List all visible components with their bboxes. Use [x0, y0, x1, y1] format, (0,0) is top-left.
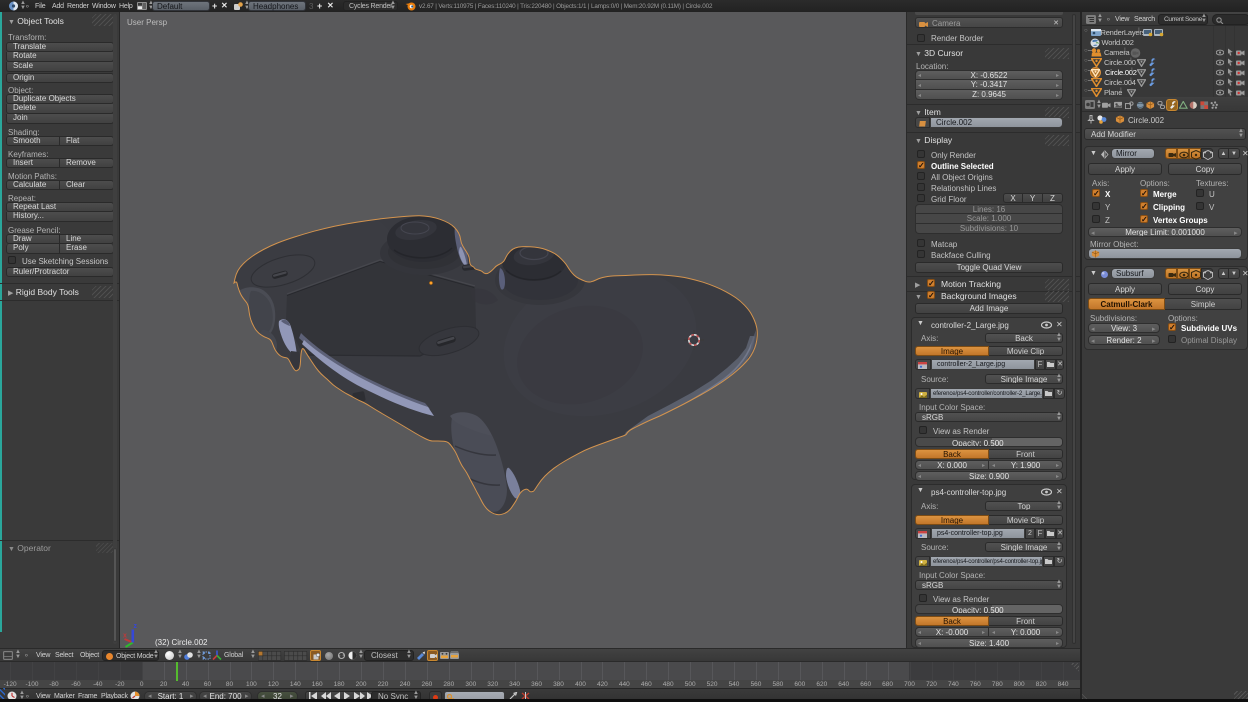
- svg-text:x: x: [123, 633, 127, 640]
- svg-text:z: z: [134, 623, 138, 630]
